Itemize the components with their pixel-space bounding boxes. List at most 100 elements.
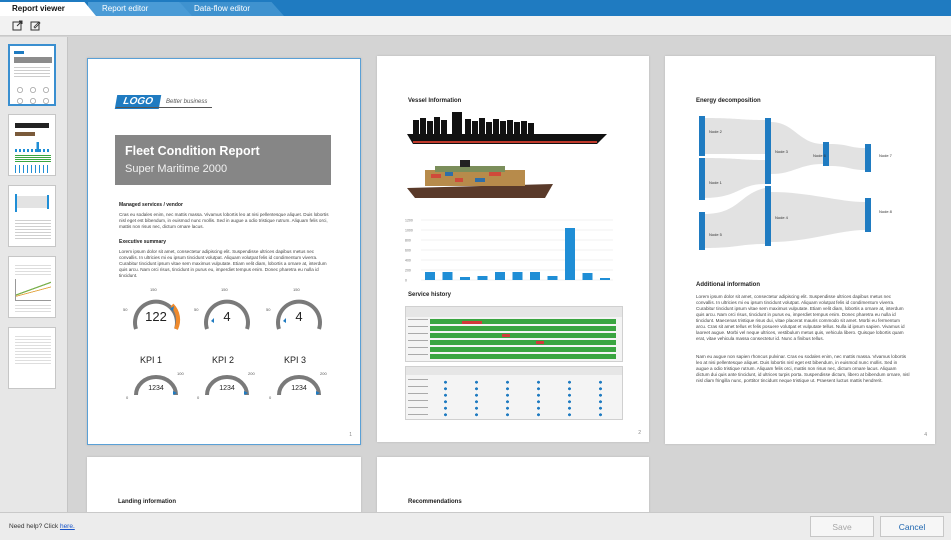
small-gauge-max: 200	[320, 371, 327, 376]
report-page-2: Vessel Information 1200 1000 800 600 400 200 0…	[377, 56, 649, 442]
small-gauge-1: 1234 100 0	[126, 371, 186, 403]
y-tick-label: 800	[405, 239, 411, 243]
tab-label: Report viewer	[12, 4, 65, 13]
recommendations-heading: Recommendations	[408, 499, 462, 505]
help-prefix: Need help? Click	[9, 523, 60, 530]
additional-text-1: Lorem ipsum dolor sit amet, consectetur …	[696, 294, 905, 341]
small-gauge-value: 1234	[291, 385, 307, 392]
tab-bar: Data-flow editor Report editor Report vi…	[0, 0, 951, 16]
page-number: 2	[638, 430, 641, 436]
page-number: 1	[349, 432, 352, 438]
small-gauge-2: 1234 200 0	[197, 371, 257, 403]
page-number: 4	[924, 432, 927, 438]
gantt-chart-1	[405, 306, 623, 362]
small-gauge-3: 1234 200 0	[269, 371, 329, 403]
chart-bar	[477, 276, 488, 280]
gauge-max-label: 150	[293, 287, 300, 292]
report-subtitle: Super Maritime 2000	[125, 163, 228, 175]
kpi1-label: KPI 1	[140, 355, 163, 365]
tab-label: Data-flow editor	[194, 4, 251, 13]
chart-bar	[565, 228, 575, 280]
report-page-3: Energy decomposition Node 2 Node 1 Node …	[665, 56, 935, 444]
open-file-icon[interactable]	[11, 20, 23, 32]
small-gauge-value: 1234	[219, 385, 235, 392]
footer-bar: Need help? Click here. Save Cancel	[0, 512, 951, 540]
chart-bar	[425, 272, 435, 280]
vessel-bar-chart: 1200 1000 800 600 400 200 0	[405, 216, 615, 288]
help-text: Need help? Click here.	[9, 523, 75, 530]
gauge-kpi2: 4 150 50	[194, 287, 257, 343]
thumbnail-page-5[interactable]	[8, 327, 56, 389]
gauge-value: 122	[145, 309, 167, 324]
small-gauge-max: 200	[248, 371, 255, 376]
sankey-node-label: Node 7	[879, 153, 892, 158]
exec-text: Lorem ipsum dolor sit amet, consectetur …	[119, 249, 327, 278]
save-button[interactable]: Save	[810, 516, 874, 537]
sankey-node-label: Node 8	[879, 209, 892, 214]
report-page-1: LOGO Better business Fleet Condition Rep…	[87, 58, 361, 445]
toolbar	[0, 16, 951, 36]
edit-document-icon[interactable]	[29, 20, 41, 32]
additional-text-2: Nam eu augue non sapien rhoncus pulvinar…	[696, 354, 910, 383]
y-tick-label: 1000	[405, 229, 413, 233]
container-ship-image	[407, 112, 607, 150]
small-gauge-min: 0	[197, 395, 200, 400]
y-tick-label: 400	[405, 259, 411, 263]
chart-bar	[547, 276, 558, 280]
thumbnail-page-2[interactable]	[8, 114, 56, 176]
report-page-5: Recommendations	[377, 457, 649, 512]
y-tick-label: 0	[405, 279, 407, 283]
gauge-value: 4	[295, 309, 303, 324]
sankey-node-label: Node 1	[709, 180, 722, 185]
gauge-kpi1: 122 150 50	[123, 287, 186, 343]
landing-heading: Landing information	[118, 499, 176, 505]
vessel-heading: Vessel Information	[408, 98, 462, 104]
additional-heading: Additional information	[696, 282, 760, 288]
exec-heading: Executive summary	[119, 239, 166, 245]
cancel-button[interactable]: Cancel	[880, 516, 944, 537]
gantt-chart-2	[405, 366, 623, 420]
managed-text: Cras eu sodales enim, nec mattis massa. …	[119, 212, 329, 229]
chart-bar	[460, 277, 470, 280]
sankey-node-label: Node 3	[775, 149, 788, 154]
thumbnail-page-3[interactable]	[8, 185, 56, 247]
tab-label: Report editor	[102, 4, 149, 13]
title-banner: Fleet Condition Report Super Maritime 20…	[115, 135, 331, 185]
sankey-node-label: Node 2	[709, 129, 722, 134]
cruise-ship-image	[405, 160, 555, 200]
kpi3-label: KPI 3	[284, 355, 307, 365]
tab-report-editor[interactable]: Report editor	[88, 2, 192, 16]
chart-bar	[530, 272, 540, 280]
gauge-kpi3: 4 150 50	[266, 287, 329, 343]
thumbnail-page-4[interactable]	[8, 256, 56, 318]
help-link[interactable]: here.	[60, 523, 75, 530]
small-gauge-min: 0	[269, 395, 272, 400]
gauge-min-label: 50	[266, 307, 271, 312]
sankey-node-label: Node 4	[775, 215, 788, 220]
page-thumbnails	[0, 37, 68, 512]
chart-bar	[512, 272, 523, 280]
report-canvas[interactable]: LOGO Better business Fleet Condition Rep…	[69, 37, 951, 512]
energy-heading: Energy decomposition	[696, 98, 761, 104]
kpi2-label: KPI 2	[212, 355, 235, 365]
sankey-diagram: Node 2 Node 1 Node 3 Node 5 Node 4 Node …	[699, 114, 909, 254]
service-heading: Service history	[408, 292, 452, 298]
tab-report-viewer[interactable]: Report viewer	[0, 2, 96, 16]
gauge-max-label: 150	[150, 287, 157, 292]
sankey-node-label: Node 6	[813, 153, 826, 158]
chart-bar	[600, 278, 610, 280]
thumbnail-page-1[interactable]	[8, 44, 56, 106]
chart-bar	[495, 272, 505, 280]
chart-bar	[582, 273, 593, 280]
tab-dataflow-editor[interactable]: Data-flow editor	[180, 2, 284, 16]
gauge-min-label: 50	[123, 307, 128, 312]
report-title: Fleet Condition Report	[125, 144, 260, 158]
small-gauge-max: 100	[177, 371, 184, 376]
managed-heading: Managed services / vendor	[119, 202, 183, 208]
gauge-max-label: 150	[221, 287, 228, 292]
gauge-min-label: 50	[194, 307, 199, 312]
gauge-value: 4	[223, 309, 231, 324]
tagline: Better business	[166, 99, 208, 105]
app-window: Data-flow editor Report editor Report vi…	[0, 0, 951, 540]
sankey-node-label: Node 5	[709, 232, 722, 237]
